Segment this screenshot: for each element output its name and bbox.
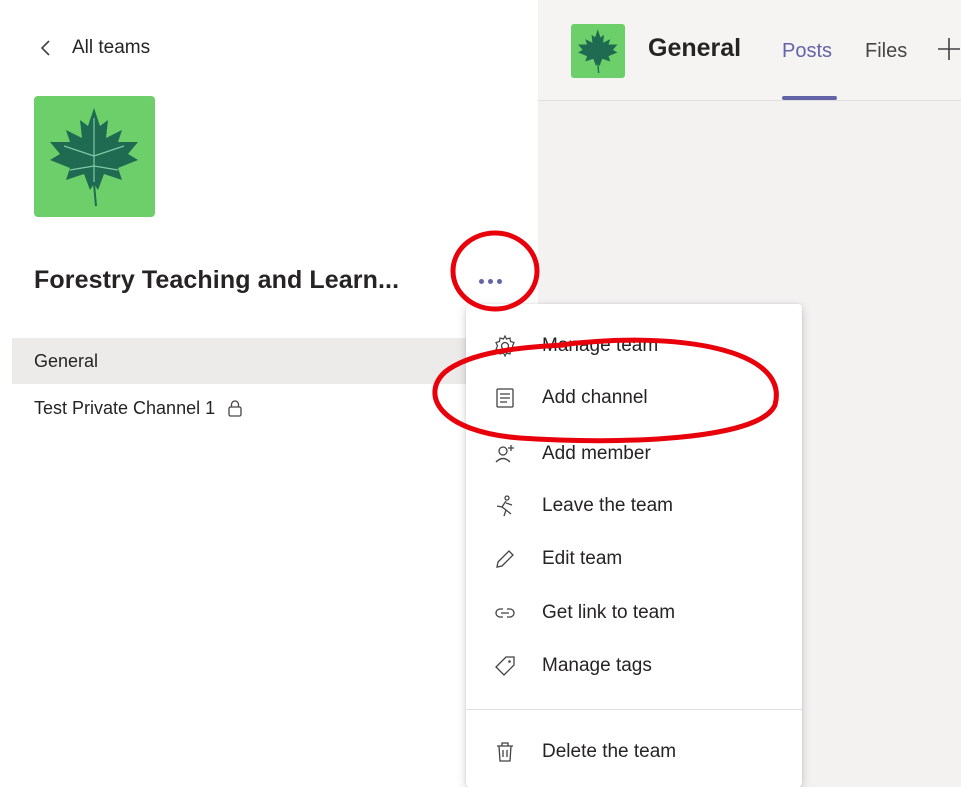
menu-item-label: Manage team (542, 335, 659, 356)
all-teams-label: All teams (72, 37, 151, 58)
menu-item-add-channel[interactable]: Add channel (466, 372, 802, 424)
ellipsis-icon (478, 278, 502, 284)
add-tab-icon[interactable] (935, 35, 961, 63)
menu-item-label: Get link to team (542, 602, 676, 623)
chevron-left-icon (40, 40, 50, 56)
team-options-menu: Manage team Add channel Add member Leave… (466, 304, 802, 787)
team-sidebar: All teams Forestry Teaching and Learn...… (0, 0, 538, 787)
team-name: Forestry Teaching and Learn... (34, 266, 400, 294)
channel-test-private[interactable]: Test Private Channel 1 (12, 385, 538, 431)
add-member-icon (492, 441, 518, 467)
leave-icon (492, 493, 518, 519)
menu-item-delete-team[interactable]: Delete the team (466, 726, 802, 778)
pencil-icon (492, 546, 518, 572)
tag-icon (492, 653, 518, 679)
link-icon (492, 600, 518, 626)
team-logo (34, 96, 155, 217)
all-teams-link[interactable]: All teams (34, 36, 150, 60)
active-tab-indicator (782, 96, 837, 100)
menu-divider (466, 709, 802, 710)
menu-item-leave-team[interactable]: Leave the team (466, 480, 802, 532)
lock-icon (228, 400, 242, 417)
menu-item-add-member[interactable]: Add member (466, 428, 802, 480)
menu-item-label: Manage tags (542, 655, 652, 676)
tab-files[interactable]: Files (865, 40, 907, 63)
channel-general[interactable]: General (12, 338, 538, 384)
menu-item-label: Add channel (542, 387, 648, 408)
menu-item-label: Leave the team (542, 495, 673, 516)
menu-item-edit-team[interactable]: Edit team (466, 533, 802, 585)
gear-icon (492, 333, 518, 359)
menu-item-get-link[interactable]: Get link to team (466, 587, 802, 639)
channel-title: General (648, 34, 742, 62)
menu-item-label: Add member (542, 443, 651, 464)
tab-posts[interactable]: Posts (782, 40, 832, 63)
menu-item-manage-tags[interactable]: Manage tags (466, 640, 802, 692)
menu-item-label: Edit team (542, 548, 623, 569)
menu-item-manage-team[interactable]: Manage team (466, 322, 802, 370)
more-options-button[interactable] (466, 264, 514, 298)
channel-team-icon (571, 24, 625, 78)
channel-header: General Posts Files (538, 0, 961, 101)
trash-icon (492, 739, 518, 765)
channel-label: General (34, 350, 99, 371)
add-channel-icon (492, 385, 518, 411)
menu-item-label: Delete the team (542, 741, 677, 762)
channel-label: Test Private Channel 1 (34, 397, 216, 418)
